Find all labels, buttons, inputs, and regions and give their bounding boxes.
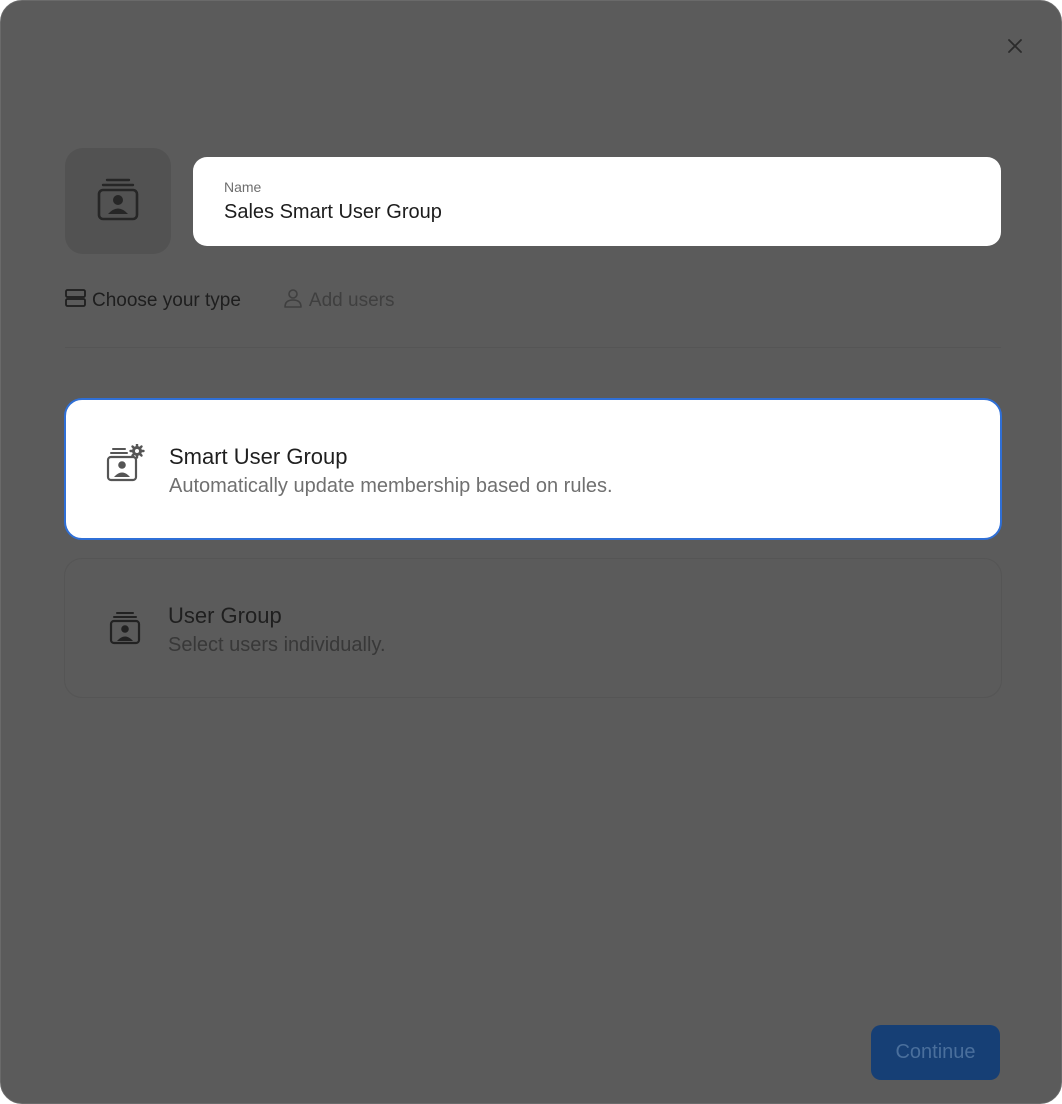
step-label: Add users [308, 290, 395, 311]
option-title: User Group [168, 603, 282, 628]
user-group-icon [105, 608, 145, 648]
stacked-rows-icon [65, 289, 92, 313]
group-name-field[interactable]: Name Sales Smart User Group [193, 157, 1001, 246]
close-icon [1007, 38, 1023, 59]
option-title: Smart User Group [169, 444, 348, 469]
option-description: Select users individually. [168, 634, 386, 656]
step-tabs: Choose your type Add users [65, 286, 394, 316]
continue-button[interactable]: Continue [871, 1025, 1000, 1080]
name-input[interactable]: Sales Smart User Group [224, 199, 970, 225]
user-group-icon [96, 177, 140, 226]
name-label: Name [224, 179, 262, 195]
step-label: Choose your type [92, 290, 241, 311]
option-text: User Group Select users individually. [168, 601, 386, 659]
person-icon [283, 288, 309, 314]
option-text: Smart User Group Automatically update me… [169, 442, 613, 500]
step-choose-type[interactable]: Choose your type [65, 289, 241, 313]
divider [65, 347, 1001, 348]
type-option-smart-user-group[interactable]: Smart User Group Automatically update me… [64, 398, 1002, 540]
close-button[interactable] [1002, 35, 1028, 61]
option-description: Automatically update membership based on… [169, 475, 613, 497]
smart-user-group-icon [106, 444, 146, 484]
step-add-users[interactable]: Add users [283, 288, 395, 314]
create-group-dialog: Name Sales Smart User Group Choose your … [0, 0, 1062, 1104]
type-option-user-group[interactable]: User Group Select users individually. [64, 558, 1002, 698]
group-avatar[interactable] [65, 148, 171, 254]
